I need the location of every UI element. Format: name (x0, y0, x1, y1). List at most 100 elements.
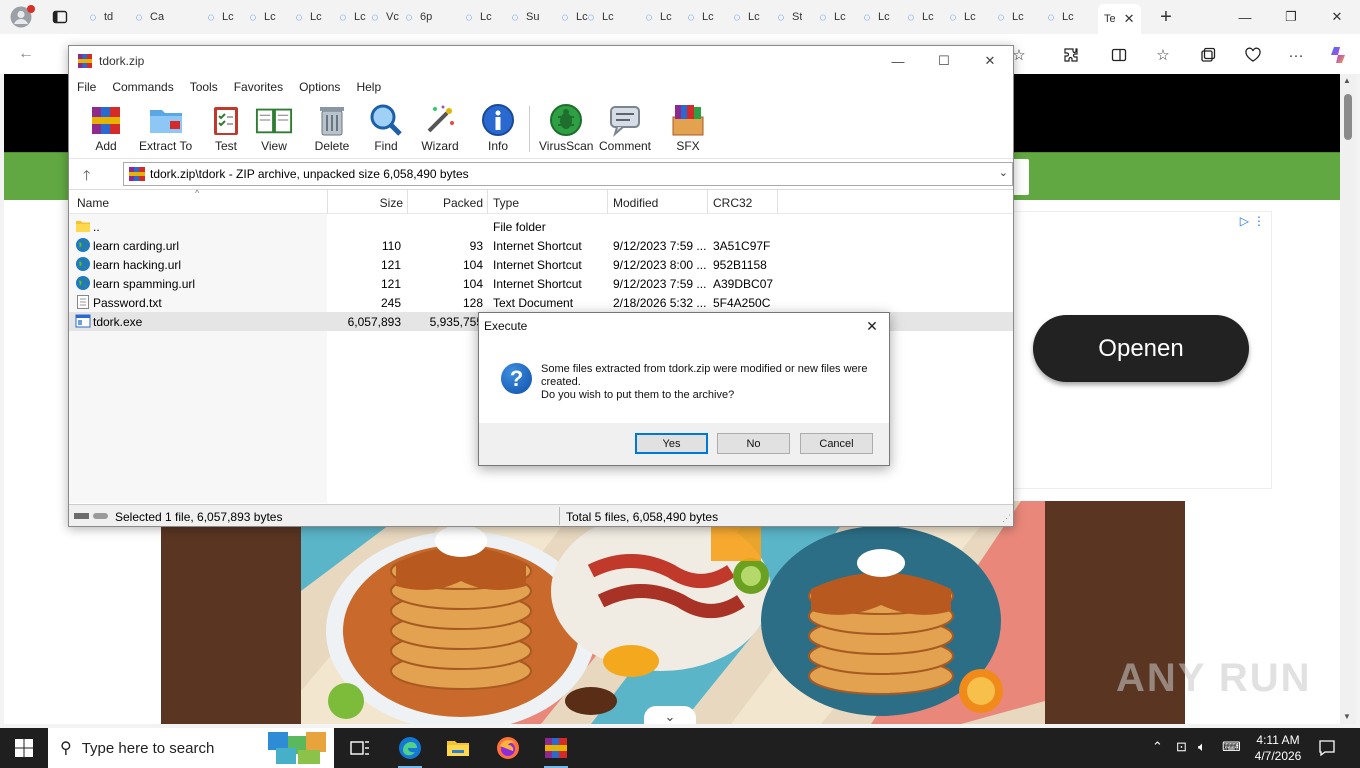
file-row[interactable]: learn hacking.url 121 104 Internet Shortcut… (69, 255, 1013, 274)
menu-help[interactable]: Help (356, 80, 381, 94)
favorites-icon[interactable]: ☆ (1150, 42, 1176, 68)
collections-icon[interactable] (1195, 42, 1221, 68)
keyboard-icon[interactable]: ⌨︎ (1222, 739, 1241, 755)
column-header-crc32[interactable]: CRC32 (713, 196, 752, 210)
volume-icon[interactable]: 🔈︎ (1198, 739, 1206, 755)
scroll-down-icon[interactable]: ▼ (1343, 712, 1351, 721)
file-row[interactable]: learn carding.url 110 93 Internet Shortcut 9… (69, 236, 1013, 255)
toolbar-add-button[interactable]: Add (87, 102, 125, 154)
column-header-name[interactable]: Name (77, 196, 109, 210)
column-separator[interactable] (607, 190, 608, 214)
start-button[interactable] (0, 728, 48, 768)
winrar-taskbar-icon[interactable] (536, 732, 576, 768)
ad-choices-icon[interactable]: ▷ (1240, 214, 1249, 228)
browser-tab[interactable]: ◌ Lc (994, 4, 1023, 30)
task-view-icon[interactable] (340, 732, 380, 764)
extensions-icon[interactable] (1058, 42, 1084, 68)
page-scrollbar[interactable]: ▲ ▼ (1340, 74, 1356, 724)
scroll-up-icon[interactable]: ▲ (1343, 76, 1351, 85)
browser-essentials-icon[interactable] (1240, 42, 1266, 68)
network-icon[interactable]: ⊡ (1176, 739, 1187, 755)
toolbar-wizard-button[interactable]: Wizard (421, 102, 459, 154)
ad-menu-icon[interactable]: ⋮ (1253, 214, 1265, 228)
close-tab-icon[interactable]: ✕ (1124, 11, 1135, 27)
taskbar-search-box[interactable]: ⚲ Type here to search (48, 728, 334, 768)
new-tab-button[interactable]: + (1154, 5, 1178, 29)
tab-actions-icon[interactable] (48, 5, 72, 29)
column-separator[interactable] (407, 190, 408, 214)
tab-active[interactable]: Te ✕ (1098, 4, 1141, 34)
winrar-close-button[interactable]: ✕ (967, 46, 1013, 76)
browser-tab[interactable]: ◌ Lc (816, 4, 845, 30)
browser-tab[interactable]: ◌ Lc (684, 4, 713, 30)
toolbar-view-button[interactable]: View (255, 102, 293, 154)
column-separator[interactable] (327, 190, 328, 214)
firefox-icon[interactable] (488, 732, 528, 764)
browser-tab[interactable]: ◌ Ca (132, 4, 164, 30)
browser-tab[interactable]: ◌ Lc (462, 4, 491, 30)
column-separator[interactable] (487, 190, 488, 214)
browser-tab[interactable]: ◌ Lc (904, 4, 933, 30)
close-window-button[interactable]: ✕ (1314, 0, 1360, 34)
up-folder-arrow-icon[interactable]: 🡑 (83, 165, 90, 189)
toolbar-comment-button[interactable]: Comment (599, 102, 651, 154)
yes-button[interactable]: Yes (635, 433, 708, 454)
ad-open-button[interactable]: Openen (1033, 315, 1249, 382)
browser-tab[interactable]: ◌ St (774, 4, 802, 30)
edge-taskbar-icon[interactable] (390, 732, 430, 768)
file-row[interactable]: learn spamming.url 121 104 Internet Shortcu… (69, 274, 1013, 293)
browser-tab[interactable]: ◌ Lc (292, 4, 321, 30)
browser-tab[interactable]: ◌ Lc (730, 4, 759, 30)
toolbar-virusscan-button[interactable]: VirusScan (539, 102, 593, 154)
more-options-icon[interactable]: ··· (1283, 42, 1309, 68)
path-dropdown-chevron-icon[interactable]: ⌄ (999, 166, 1008, 179)
browser-tab[interactable]: ◌ Lc (246, 4, 275, 30)
toolbar-test-button[interactable]: Test (207, 102, 245, 154)
toolbar-sfx-button[interactable]: SFX (669, 102, 707, 154)
column-header-modified[interactable]: Modified (613, 196, 658, 210)
file-explorer-icon[interactable] (438, 732, 478, 764)
winrar-minimize-button[interactable]: — (875, 46, 921, 76)
menu-file[interactable]: File (77, 80, 96, 94)
menu-favorites[interactable]: Favorites (234, 80, 283, 94)
column-separator[interactable] (707, 190, 708, 214)
column-header-size[interactable]: Size (327, 196, 403, 210)
minimize-button[interactable]: — (1222, 0, 1268, 34)
browser-tab[interactable]: ◌ td (86, 4, 113, 30)
toolbar-extract-to-button[interactable]: Extract To (139, 102, 192, 154)
winrar-titlebar[interactable]: tdork.zip — ☐ ✕ (69, 46, 1013, 76)
file-row[interactable]: .. File folder (69, 217, 1013, 236)
notifications-icon[interactable] (1318, 739, 1336, 757)
menu-commands[interactable]: Commands (112, 80, 173, 94)
no-button[interactable]: No (717, 433, 790, 454)
toolbar-info-button[interactable]: Info (479, 102, 517, 154)
restore-button[interactable]: ❐ (1268, 0, 1314, 34)
column-separator[interactable] (777, 190, 778, 214)
browser-tab[interactable]: ◌ Lc (946, 4, 975, 30)
show-hidden-icons-chevron-icon[interactable]: ⌃ (1152, 739, 1163, 755)
browser-tab[interactable]: ◌ Lc (642, 4, 671, 30)
system-clock[interactable]: 4:11 AM 4/7/2026 (1246, 732, 1310, 764)
browser-tab[interactable]: ◌ Su (508, 4, 539, 30)
browser-tab[interactable]: ◌ Lc (336, 4, 365, 30)
menu-tools[interactable]: Tools (190, 80, 218, 94)
browser-tab[interactable]: ◌ 6p (402, 4, 432, 30)
menu-options[interactable]: Options (299, 80, 340, 94)
column-header-type[interactable]: Type (493, 196, 519, 210)
toolbar-delete-button[interactable]: Delete (313, 102, 351, 154)
browser-tab[interactable]: ◌ Lc (1044, 4, 1073, 30)
browser-tab[interactable]: ◌ Vc (368, 4, 398, 30)
browser-tab[interactable]: ◌ Lc (204, 4, 233, 30)
back-arrow-icon[interactable]: ← (14, 42, 38, 66)
column-header-packed[interactable]: Packed (403, 196, 483, 210)
scroll-down-chevron-icon[interactable]: ⌄ (644, 706, 696, 724)
browser-tab[interactable]: ◌ Lc (584, 4, 613, 30)
browser-tab[interactable]: ◌ Lc (860, 4, 889, 30)
toolbar-find-button[interactable]: Find (367, 102, 405, 154)
archive-path-combobox[interactable]: tdork.zip\tdork - ZIP archive, unpacked … (123, 162, 1013, 186)
cancel-button[interactable]: Cancel (800, 433, 873, 454)
scrollbar-thumb[interactable] (1344, 94, 1352, 140)
split-screen-icon[interactable] (1106, 42, 1132, 68)
winrar-maximize-button[interactable]: ☐ (921, 46, 967, 76)
resize-grip-icon[interactable]: ⋰ (1002, 513, 1011, 524)
